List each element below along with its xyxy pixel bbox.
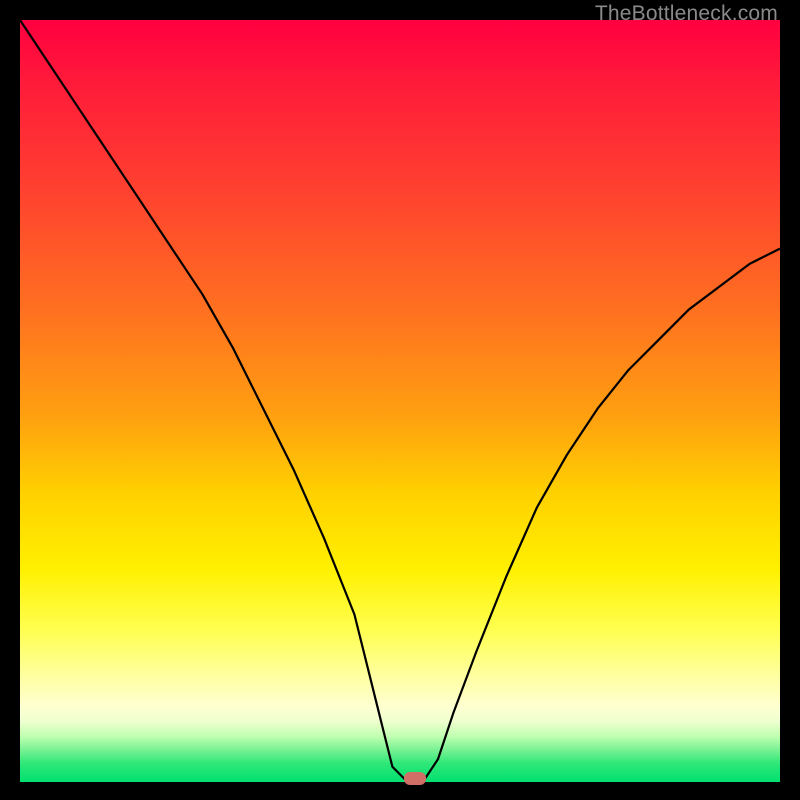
curve-svg — [20, 20, 780, 782]
bottleneck-curve — [20, 20, 780, 782]
optimal-marker — [404, 772, 426, 785]
plot-area — [20, 20, 780, 782]
chart-container: TheBottleneck.com — [0, 0, 800, 800]
